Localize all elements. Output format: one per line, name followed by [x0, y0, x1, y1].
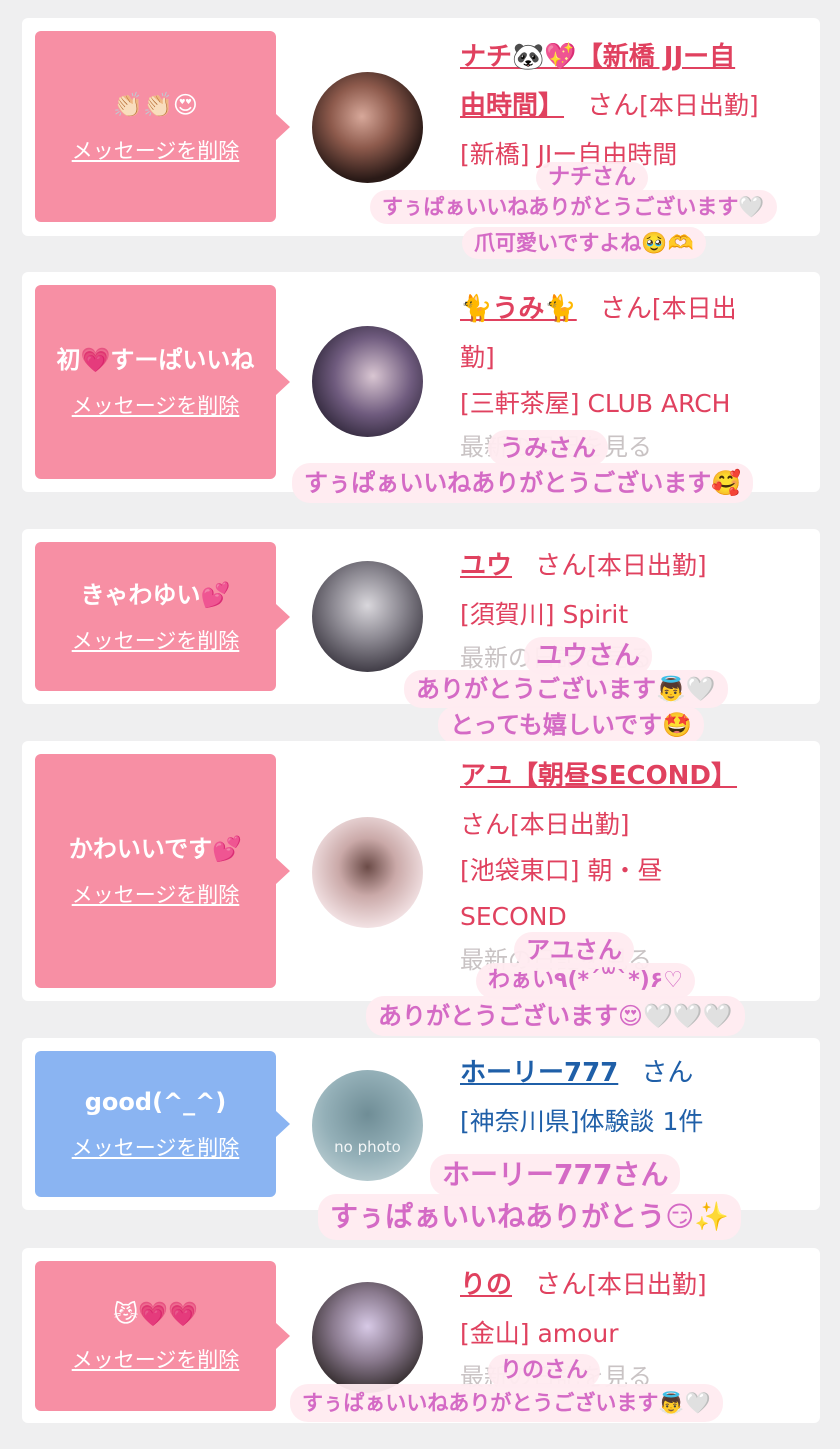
- status-text: [本日出勤]: [587, 551, 707, 580]
- message-text: 初💗すーぱいいね: [56, 346, 255, 374]
- status-text: さん[本日出勤]: [460, 810, 630, 839]
- delete-message-link[interactable]: メッセージを削除: [72, 879, 240, 909]
- overlay-caption: ありがとうございます😍🤍🤍🤍: [366, 996, 745, 1036]
- delete-message-link[interactable]: メッセージを削除: [72, 390, 240, 420]
- overlay-caption: ありがとうございます👼🤍: [404, 670, 728, 708]
- sender-name-link[interactable]: ユウ: [460, 551, 512, 581]
- sender-name-link[interactable]: 由時間】: [460, 91, 564, 121]
- avatar[interactable]: [312, 561, 423, 672]
- status-text: [本日出: [651, 294, 737, 323]
- avatar[interactable]: [312, 72, 423, 183]
- message-card: 初💗すーぱいいね メッセージを削除 🐈うみ🐈 さん[本日出 勤] [三軒茶屋] …: [22, 272, 820, 492]
- san-suffix: さん: [535, 1270, 588, 1300]
- overlay-caption: とっても嬉しいです🤩: [438, 706, 705, 744]
- sender-name-link[interactable]: ホーリー777: [460, 1058, 618, 1088]
- delete-message-link[interactable]: メッセージを削除: [72, 135, 240, 165]
- review-count-text: [神奈川県]体験談 1件: [460, 1107, 704, 1136]
- overlay-caption: わぁい٩(*´꒳`*)۶♡: [476, 963, 695, 999]
- no-photo-label: no photo: [334, 1138, 401, 1156]
- san-suffix: さん: [641, 1058, 694, 1088]
- message-bubble: かわいいです💕 メッセージを削除: [35, 754, 290, 988]
- sender-name-link[interactable]: りの: [460, 1270, 512, 1300]
- shop-text: [池袋東口] 朝・昼: [460, 856, 663, 885]
- message-text: 👏🏻👏🏻😍: [113, 90, 198, 119]
- overlay-caption: すぅぱぁいいねありがとう😏✨: [318, 1194, 742, 1240]
- overlay-caption: りのさん: [488, 1354, 601, 1388]
- sender-info: ホーリー777 さん [神奈川県]体験談 1件: [460, 1050, 800, 1145]
- message-card: かわいいです💕 メッセージを削除 アユ【朝昼SECOND】 さん[本日出勤] […: [22, 741, 820, 1001]
- overlay-caption: ホーリー777さん: [430, 1154, 681, 1196]
- overlay-caption: うみさん: [488, 430, 608, 466]
- delete-message-link[interactable]: メッセージを削除: [72, 1132, 240, 1162]
- delete-message-link[interactable]: メッセージを削除: [72, 625, 240, 655]
- sender-info: ナチ🐼💖【新橋 JJー自 由時間】 さん[本日出勤] [新橋] JJー自由時間: [460, 34, 800, 178]
- message-card: good(^_^) メッセージを削除 no photo ホーリー777 さん […: [22, 1038, 820, 1210]
- shop-text: [金山] amour: [460, 1319, 619, 1348]
- san-suffix: さん: [599, 294, 652, 324]
- overlay-caption: すぅぱぁいいねありがとうございます🥰: [292, 463, 754, 503]
- message-bubble: 👏🏻👏🏻😍 メッセージを削除: [35, 31, 290, 222]
- message-bubble: 初💗すーぱいいね メッセージを削除: [35, 285, 290, 479]
- message-text: good(^_^): [84, 1088, 227, 1116]
- message-text: 😼💗💗: [113, 1300, 198, 1328]
- san-suffix: さん: [587, 91, 640, 121]
- status-text: [本日出勤]: [639, 91, 759, 120]
- san-suffix: さん: [535, 551, 588, 581]
- avatar[interactable]: [312, 326, 423, 437]
- sender-name-link[interactable]: ナチ🐼💖【新橋 JJー自: [460, 42, 735, 72]
- avatar[interactable]: no photo: [312, 1070, 423, 1181]
- avatar[interactable]: [312, 817, 423, 928]
- message-text: きゃわゆい💕: [80, 580, 231, 609]
- overlay-caption: 爪可愛いですよね🥹🫶: [462, 227, 706, 259]
- shop-text: [須賀川] Spirit: [460, 600, 629, 629]
- shop-text: [三軒茶屋] CLUB ARCH: [460, 389, 731, 418]
- message-bubble: 😼💗💗 メッセージを削除: [35, 1261, 290, 1411]
- sender-name-link[interactable]: アユ【朝昼SECOND】: [460, 761, 737, 791]
- avatar[interactable]: [312, 1282, 423, 1393]
- status-text: 勤]: [460, 343, 495, 372]
- message-bubble: good(^_^) メッセージを削除: [35, 1051, 290, 1197]
- sender-name-link[interactable]: 🐈うみ🐈: [460, 294, 577, 324]
- shop-text: SECOND: [460, 902, 567, 931]
- status-text: [本日出勤]: [587, 1270, 707, 1299]
- delete-message-link[interactable]: メッセージを削除: [72, 1344, 240, 1374]
- overlay-caption: すぅぱぁいいねありがとうございます🤍: [370, 190, 777, 224]
- message-text: かわいいです💕: [68, 835, 243, 863]
- message-bubble: きゃわゆい💕 メッセージを削除: [35, 542, 290, 691]
- overlay-caption: すぅぱぁいいねありがとうございます👼🤍: [290, 1384, 723, 1422]
